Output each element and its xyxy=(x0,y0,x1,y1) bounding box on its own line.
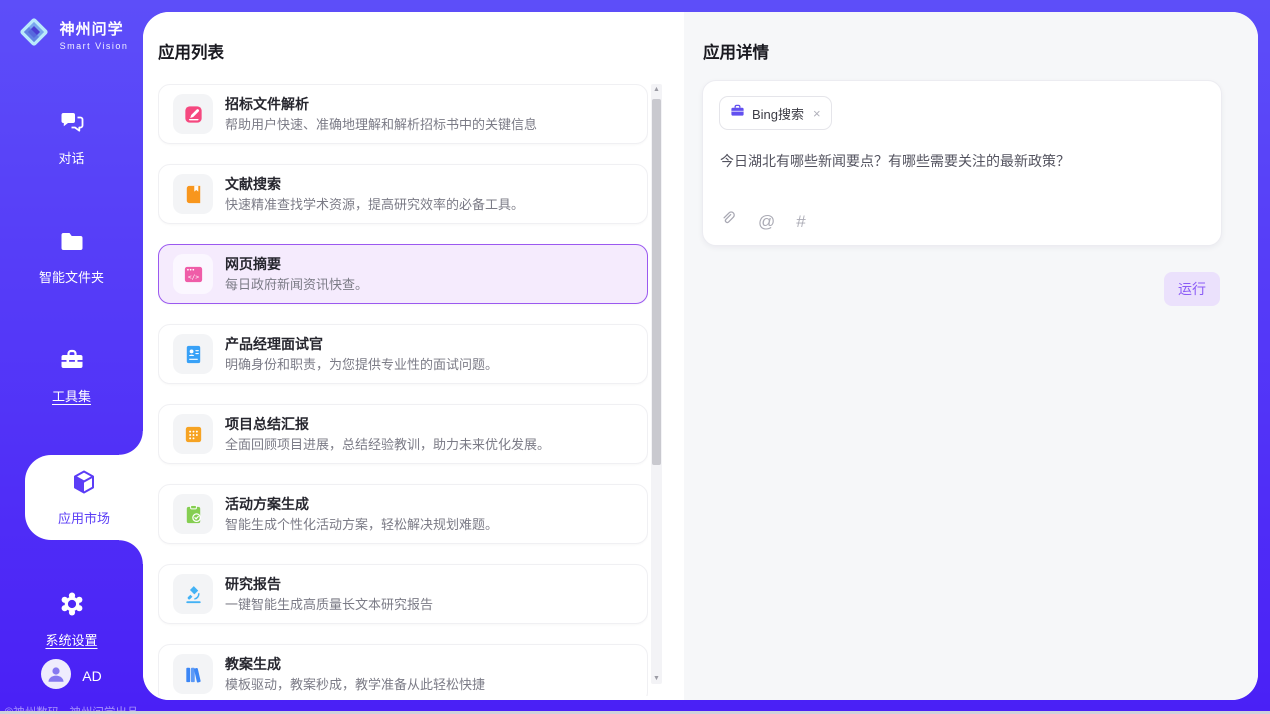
scrollbar-thumb[interactable] xyxy=(652,99,661,465)
briefcase-icon xyxy=(730,103,745,123)
brand-diamond-icon xyxy=(15,13,53,56)
sidebar-item-folders[interactable]: 智能文件夹 xyxy=(0,217,143,296)
sidebar-item-chat[interactable]: 对话 xyxy=(0,98,143,177)
app-card-title: 文献搜索 xyxy=(225,175,524,193)
chat-icon xyxy=(58,108,86,141)
app-list: 招标文件解析 帮助用户快速、准确地理解和解析招标书中的关键信息 文献搜索 快速精… xyxy=(158,84,648,696)
app-card[interactable]: 活动方案生成 智能生成个性化活动方案，轻松解决规划难题。 xyxy=(158,484,648,544)
app-card-desc: 帮助用户快速、准确地理解和解析招标书中的关键信息 xyxy=(225,116,537,134)
books-icon xyxy=(173,654,213,694)
prompt-input-area[interactable]: Bing搜索 × 今日湖北有哪些新闻要点？有哪些需要关注的最新政策？ @ # xyxy=(702,80,1222,246)
app-card-title: 产品经理面试官 xyxy=(225,335,498,353)
cube-icon xyxy=(70,468,98,501)
webpage-code-icon: </> xyxy=(173,254,213,294)
clipboard-check-icon xyxy=(173,494,213,534)
main-window: 应用列表 招标文件解析 帮助用户快速、准确地理解和解析招标书中的关键信息 文献搜… xyxy=(143,12,1258,700)
app-detail-panel: 应用详情 Bing搜索 × 今日湖北有哪些新闻要点？有哪些需要关注的最新政策？ xyxy=(684,12,1258,700)
app-card-title: 活动方案生成 xyxy=(225,495,498,513)
tool-tag-label: Bing搜索 xyxy=(752,104,804,123)
app-card[interactable]: 项目总结汇报 全面回顾项目进展，总结经验教训，助力未来优化发展。 xyxy=(158,404,648,464)
scroll-up-icon[interactable]: ▲ xyxy=(651,86,662,93)
app-card[interactable]: 产品经理面试官 明确身份和职责，为您提供专业性的面试问题。 xyxy=(158,324,648,384)
run-button[interactable]: 运行 xyxy=(1164,272,1220,306)
app-detail-title: 应用详情 xyxy=(703,39,769,63)
at-icon[interactable]: @ xyxy=(758,213,775,230)
app-card[interactable]: 教案生成 模板驱动，教案秒成，教学准备从此轻松快捷 xyxy=(158,644,648,696)
paperclip-icon[interactable] xyxy=(720,210,737,232)
app-list-title: 应用列表 xyxy=(158,39,224,63)
list-scrollbar[interactable]: ▲ ▼ xyxy=(651,84,662,684)
brand-subtitle: Smart Vision xyxy=(60,41,129,51)
brand-name: 神州问学 xyxy=(60,18,129,39)
attachment-toolbar: @ # xyxy=(720,210,806,232)
app-card-title: 教案生成 xyxy=(225,655,485,673)
folder-icon xyxy=(58,227,86,260)
hash-icon[interactable]: # xyxy=(796,213,805,230)
app-card[interactable]: 研究报告 一键智能生成高质量长文本研究报告 xyxy=(158,564,648,624)
toolbox-icon xyxy=(58,346,86,379)
book-icon xyxy=(173,174,213,214)
app-list-panel: 应用列表 招标文件解析 帮助用户快速、准确地理解和解析招标书中的关键信息 文献搜… xyxy=(143,12,684,700)
resume-icon xyxy=(173,334,213,374)
sidebar-item-settings[interactable]: 系统设置 xyxy=(0,580,143,659)
app-card-desc: 快速精准查找学术资源，提高研究效率的必备工具。 xyxy=(225,196,524,214)
app-card-title: 网页摘要 xyxy=(225,255,368,273)
app-card-desc: 明确身份和职责，为您提供专业性的面试问题。 xyxy=(225,356,498,374)
memo-icon xyxy=(173,414,213,454)
app-card[interactable]: 文献搜索 快速精准查找学术资源，提高研究效率的必备工具。 xyxy=(158,164,648,224)
tag-close-icon[interactable]: × xyxy=(813,106,821,121)
app-card-title: 招标文件解析 xyxy=(225,95,537,113)
app-card-desc: 一键智能生成高质量长文本研究报告 xyxy=(225,596,433,614)
app-card-title: 研究报告 xyxy=(225,575,433,593)
prompt-text: 今日湖北有哪些新闻要点？有哪些需要关注的最新政策？ xyxy=(720,151,1205,171)
svg-text:</>: </> xyxy=(187,274,198,281)
user-initials: AD xyxy=(82,668,101,684)
user-chip[interactable]: AD xyxy=(41,659,101,692)
tool-tag-bing-search[interactable]: Bing搜索 × xyxy=(719,96,832,130)
app-card[interactable]: </> 网页摘要 每日政府新闻资讯快查。 xyxy=(158,244,648,304)
gear-icon xyxy=(58,590,86,623)
app-card-desc: 全面回顾项目进展，总结经验教训，助力未来优化发展。 xyxy=(225,436,550,454)
sidebar-nav: 对话 智能文件夹 工具集 应用市场 系统设置 xyxy=(0,98,143,659)
app-card-desc: 每日政府新闻资讯快查。 xyxy=(225,276,368,294)
sidebar-item-market[interactable]: 应用市场 xyxy=(25,455,143,540)
sidebar: 神州问学 Smart Vision 对话 智能文件夹 工具集 应用市场 xyxy=(0,0,143,714)
sidebar-item-tools[interactable]: 工具集 xyxy=(0,336,143,415)
microscope-icon xyxy=(173,574,213,614)
app-card-title: 项目总结汇报 xyxy=(225,415,550,433)
app-card[interactable]: 招标文件解析 帮助用户快速、准确地理解和解析招标书中的关键信息 xyxy=(158,84,648,144)
scroll-down-icon[interactable]: ▼ xyxy=(651,675,662,682)
user-avatar-icon xyxy=(41,659,71,692)
edit-document-icon xyxy=(173,94,213,134)
app-card-desc: 智能生成个性化活动方案，轻松解决规划难题。 xyxy=(225,516,498,534)
app-card-desc: 模板驱动，教案秒成，教学准备从此轻松快捷 xyxy=(225,676,485,694)
brand-logo: 神州问学 Smart Vision xyxy=(15,13,129,56)
